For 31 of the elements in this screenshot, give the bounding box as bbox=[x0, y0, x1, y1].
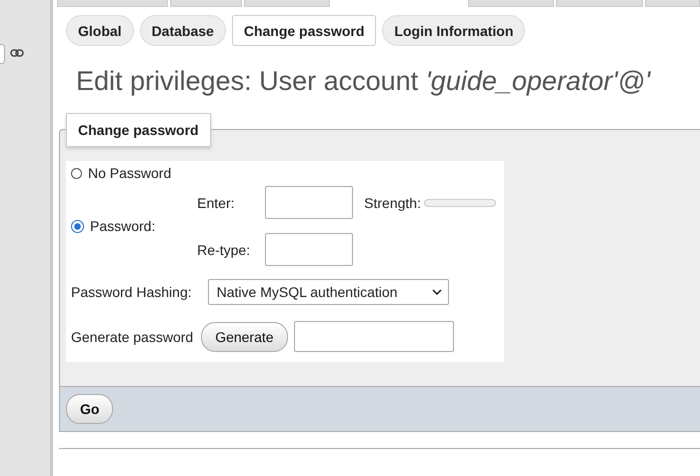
link-icon[interactable] bbox=[10, 49, 24, 57]
tab[interactable] bbox=[244, 0, 330, 7]
field-label: Generate password bbox=[71, 328, 194, 344]
radio-label: Password: bbox=[90, 218, 156, 234]
tab[interactable]: Login Information bbox=[382, 15, 526, 46]
page-heading: Edit privileges: User account 'guide_operator'@' bbox=[76, 66, 652, 98]
tab[interactable] bbox=[57, 0, 168, 7]
radio-button[interactable] bbox=[71, 168, 82, 178]
radio-label: No Password bbox=[88, 165, 172, 181]
tab[interactable] bbox=[170, 0, 242, 7]
field-label: Password Hashing: bbox=[71, 284, 192, 300]
tab[interactable] bbox=[556, 0, 643, 7]
tab[interactable] bbox=[468, 0, 554, 7]
field-label: Enter: bbox=[197, 194, 236, 210]
tab[interactable]: Global bbox=[66, 15, 134, 46]
tab[interactable] bbox=[644, 0, 700, 7]
generate-button[interactable]: Generate bbox=[201, 322, 288, 352]
password-field[interactable] bbox=[265, 186, 354, 219]
field-label: Re-type: bbox=[197, 242, 252, 258]
password-field[interactable] bbox=[265, 233, 354, 266]
go-button[interactable]: Go bbox=[66, 394, 114, 424]
caret-icon bbox=[432, 289, 442, 295]
field-label: Strength: bbox=[364, 194, 421, 210]
tab[interactable]: Database bbox=[140, 15, 226, 46]
hashing-select[interactable]: Native MySQL authentication bbox=[208, 279, 449, 305]
generated-password-field[interactable] bbox=[294, 321, 454, 352]
tab[interactable]: Change password bbox=[232, 15, 376, 46]
radio-button[interactable] bbox=[71, 220, 84, 232]
input-field[interactable] bbox=[0, 44, 5, 64]
fieldset-legend: Change password bbox=[66, 113, 211, 147]
strength-meter bbox=[424, 198, 496, 206]
